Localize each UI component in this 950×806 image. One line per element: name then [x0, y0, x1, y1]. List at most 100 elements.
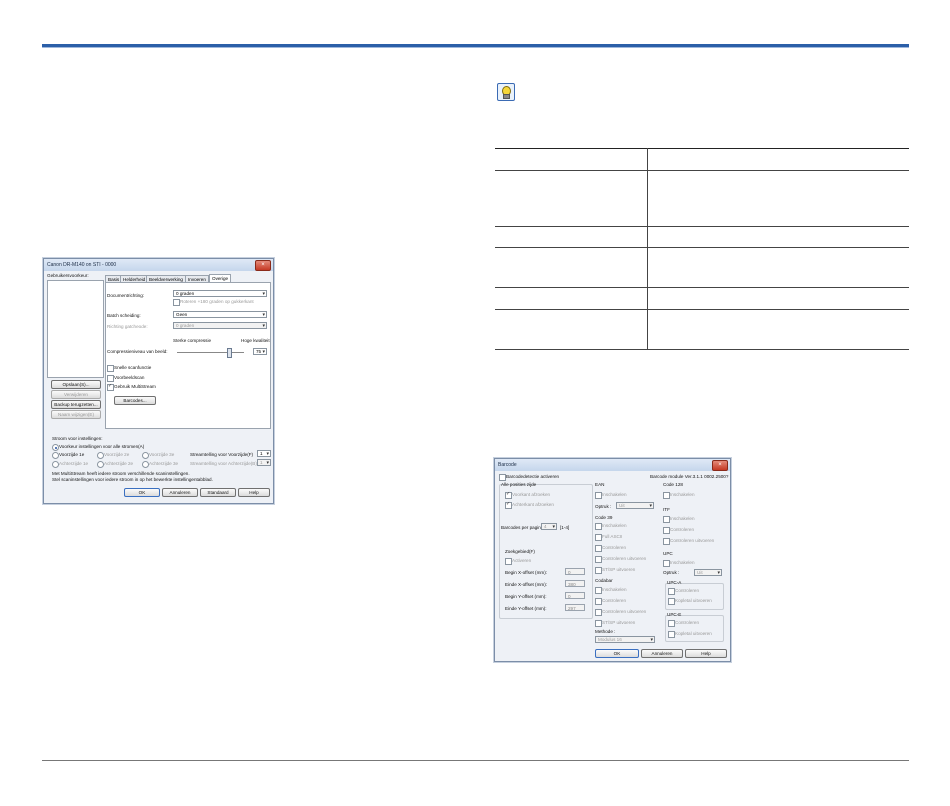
close-icon[interactable]: × [712, 460, 728, 471]
begin-x-label: Begin X-offset (mm): [505, 570, 548, 575]
search-area-label: Zoekgebied(F) [505, 549, 535, 554]
table-row [495, 309, 909, 350]
dialog-titlebar: Canon DR-M140 on STI - 0000 × [44, 259, 273, 271]
front3-radio[interactable] [142, 452, 149, 459]
ean-label: EAN [595, 482, 605, 487]
compression-low-label: Sterke compressie [173, 338, 212, 343]
stream-all-radio[interactable] [52, 444, 59, 451]
end-x-input[interactable]: 380 [565, 580, 585, 587]
ean-enable-checkbox[interactable] [595, 492, 602, 499]
per-page-input[interactable]: 4 [541, 523, 557, 530]
back1-label: Achterzijde 1e [59, 461, 89, 466]
ean-option-select[interactable]: Uit [616, 502, 654, 509]
upca-label: UPC-A [667, 580, 682, 585]
activate-checkbox[interactable] [499, 474, 506, 481]
rotate-label: Roteren +180 graden op gukkerkant [180, 299, 254, 304]
itf-enable-checkbox[interactable] [663, 516, 670, 523]
upca-check-checkbox[interactable] [668, 588, 675, 595]
back2-radio[interactable] [97, 461, 104, 468]
code39-enable-checkbox[interactable] [595, 523, 602, 530]
codabar-check-out-checkbox[interactable] [595, 609, 602, 616]
end-x-label: Einde X-offset (mm): [505, 582, 548, 587]
delete-button[interactable]: Verwijderen [51, 390, 101, 399]
compression-spinbox[interactable]: 75 [253, 348, 267, 355]
save-button[interactable]: Opslaan(S)... [51, 380, 101, 389]
front3-label: Voorzijde 3e [149, 452, 175, 457]
restore-backup-button[interactable]: Backup terugzetten... [51, 400, 101, 409]
upc-enable-checkbox[interactable] [663, 560, 670, 567]
codabar-enable-checkbox[interactable] [595, 587, 602, 594]
all-positions-label: Alle posities zijde [501, 482, 537, 487]
scanner-settings-dialog: Canon DR-M140 on STI - 0000 × Gebruikers… [43, 258, 274, 504]
ok-button[interactable]: OK [595, 649, 639, 658]
doc-orientation-select[interactable]: 0 graden [173, 290, 267, 297]
back1-radio[interactable] [52, 461, 59, 468]
front-only-label: Voorkant afzoeken [512, 492, 551, 497]
per-page-range: [1-4] [560, 525, 570, 530]
direction-select[interactable]: 0 graden [173, 322, 267, 329]
help-button[interactable]: Help [238, 488, 270, 497]
search-activate-checkbox[interactable] [505, 558, 512, 565]
back-count-label: Streamtelling voor Achterzijde(B) [190, 461, 257, 466]
code39-stsp-checkbox[interactable] [595, 567, 602, 574]
codabar-check-label: Controleren [602, 598, 627, 603]
upce-head-checkbox[interactable] [668, 631, 675, 638]
back3-label: Achterzijde 3e [149, 461, 179, 466]
codabar-enable-label: Inschakelen [602, 587, 627, 592]
upc-option-select[interactable]: Uit [694, 569, 722, 576]
user-prefs-list[interactable] [47, 280, 104, 378]
close-icon[interactable]: × [255, 260, 271, 271]
rename-button[interactable]: Naam wijzigen(E) [51, 410, 101, 419]
fast-scan-checkbox[interactable] [107, 365, 114, 372]
cancel-button[interactable]: Annuleren [162, 488, 198, 497]
preview-scan-checkbox[interactable] [107, 375, 114, 382]
begin-y-label: Begin Y-offset (mm): [505, 594, 547, 599]
code39-fullascii-checkbox[interactable] [595, 534, 602, 541]
codabar-stsp-checkbox[interactable] [595, 620, 602, 627]
upca-head-checkbox[interactable] [668, 598, 675, 605]
back-count-select[interactable]: 1 [257, 459, 271, 466]
front-count-select[interactable]: 1 [257, 450, 271, 457]
upc-label: UPC [663, 551, 673, 556]
ok-button[interactable]: OK [124, 488, 160, 497]
method-select[interactable]: Modulus 16 [595, 636, 655, 643]
back3-radio[interactable] [142, 461, 149, 468]
codabar-label: Codabar [595, 578, 613, 583]
code128-enable-checkbox[interactable] [663, 492, 670, 499]
begin-y-input[interactable]: 0 [565, 592, 585, 599]
ean-option-label: Optruk : [595, 504, 612, 509]
front-only-checkbox[interactable] [505, 491, 512, 499]
front2-radio[interactable] [97, 452, 104, 459]
itf-enable-label: Inschakelen [670, 516, 695, 521]
code39-check-out-checkbox[interactable] [595, 556, 602, 563]
back-only-checkbox[interactable] [505, 501, 512, 509]
upce-head-label: Kopletal uitvoeren [675, 631, 712, 636]
barcodes-button[interactable]: Barcodes... [114, 396, 156, 405]
standard-button[interactable]: Standaard [200, 488, 236, 497]
itf-check-out-checkbox[interactable] [663, 538, 670, 545]
begin-x-input[interactable]: 0 [565, 568, 585, 575]
code39-check-checkbox[interactable] [595, 545, 602, 552]
upce-check-checkbox[interactable] [668, 620, 675, 627]
compression-slider-thumb[interactable] [227, 348, 232, 358]
end-y-input[interactable]: 297 [565, 604, 585, 611]
help-button[interactable]: Help [685, 649, 727, 658]
tip-bulb-icon [497, 83, 515, 101]
end-y-label: Einde Y-offset (mm): [505, 606, 547, 611]
multistream-checkbox[interactable] [107, 383, 114, 391]
back2-label: Achterzijde 2e [104, 461, 134, 466]
codabar-check-checkbox[interactable] [595, 598, 602, 605]
code39-stsp-label: ST/SP uitvoeren [602, 567, 636, 572]
upca-head-label: Kopletal uitvoeren [675, 598, 712, 603]
front1-label: Voorzijde 1e [59, 452, 85, 457]
rotate-checkbox[interactable] [173, 299, 180, 306]
cancel-button[interactable]: Annuleren [641, 649, 683, 658]
front2-label: Voorzijde 2e [104, 452, 130, 457]
itf-check-label: Controleren [670, 527, 695, 532]
batch-select[interactable]: Geen [173, 311, 267, 318]
table-row [495, 226, 909, 248]
itf-check-checkbox[interactable] [663, 527, 670, 534]
front1-radio[interactable] [52, 452, 59, 459]
upca-check-label: Controleren [675, 588, 700, 593]
code128-enable-label: Inschakelen [670, 492, 695, 497]
